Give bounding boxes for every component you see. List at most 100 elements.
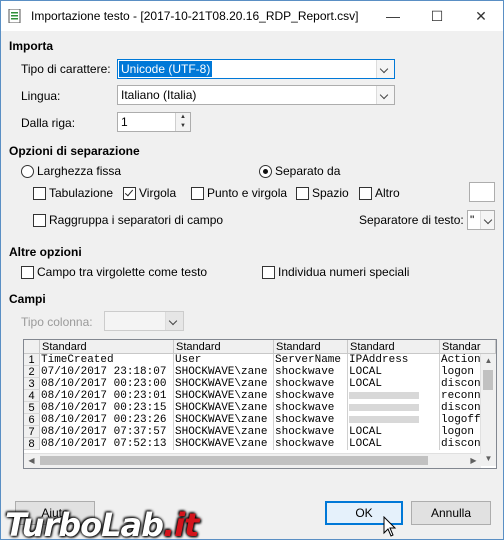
table-row[interactable]: 5 08/10/2017 00:23:15 SHOCKWAVE\zane sho… bbox=[24, 402, 481, 414]
row-number: 2 bbox=[24, 366, 40, 378]
minimize-button[interactable]: — bbox=[371, 1, 415, 31]
other-checkbox[interactable] bbox=[359, 187, 372, 200]
scroll-thumb[interactable] bbox=[483, 370, 493, 390]
other-label: Altro bbox=[375, 186, 400, 200]
table-cell: TimeCreated bbox=[40, 354, 174, 366]
space-label: Spazio bbox=[312, 186, 349, 200]
column-header[interactable]: Standard bbox=[274, 340, 348, 354]
table-cell: SHOCKWAVE\zane bbox=[174, 390, 274, 402]
column-type-select[interactable] bbox=[104, 311, 184, 331]
column-header[interactable]: Standard bbox=[40, 340, 174, 354]
charset-label: Tipo di carattere: bbox=[21, 62, 111, 76]
table-cell: shockwave bbox=[274, 390, 348, 402]
table-cell: SHOCKWAVE\zane bbox=[174, 414, 274, 426]
quoted-as-text-label: Campo tra virgolette come testo bbox=[37, 265, 208, 279]
table-cell: User bbox=[174, 354, 274, 366]
separated-by-label: Separato da bbox=[275, 164, 341, 178]
table-row[interactable]: 8 08/10/2017 07:52:13 SHOCKWAVE\zane sho… bbox=[24, 438, 481, 450]
separated-by-radio[interactable] bbox=[259, 165, 272, 178]
column-header[interactable]: Standard bbox=[348, 340, 440, 354]
table-cell: shockwave bbox=[274, 438, 348, 450]
table-cell: shockwave bbox=[274, 402, 348, 414]
row-number: 4 bbox=[24, 390, 40, 402]
scroll-thumb[interactable] bbox=[40, 456, 428, 465]
merge-separators-label: Raggruppa i separatori di campo bbox=[49, 213, 224, 227]
chevron-down-icon[interactable] bbox=[376, 60, 394, 78]
chevron-down-icon[interactable] bbox=[376, 86, 394, 104]
data-preview-grid[interactable]: Standard Standard Standard Standard Stan… bbox=[23, 339, 497, 469]
language-select[interactable]: Italiano (Italia) bbox=[117, 85, 395, 105]
fixed-width-label: Larghezza fissa bbox=[37, 164, 122, 178]
redacted-cell bbox=[348, 390, 440, 402]
table-cell: SHOCKWAVE\zane bbox=[174, 366, 274, 378]
table-cell: SHOCKWAVE\zane bbox=[174, 426, 274, 438]
maximize-button[interactable]: ☐ bbox=[415, 1, 459, 31]
chevron-down-icon[interactable] bbox=[165, 312, 183, 330]
cancel-button[interactable]: Annulla bbox=[411, 501, 491, 525]
column-header[interactable]: Standard bbox=[174, 340, 274, 354]
table-row[interactable]: 2 07/10/2017 23:18:07 SHOCKWAVE\zane sho… bbox=[24, 366, 481, 378]
horizontal-scrollbar[interactable]: ◀ ▶ bbox=[24, 453, 481, 468]
redacted-cell bbox=[348, 402, 440, 414]
detect-numbers-checkbox[interactable] bbox=[262, 266, 275, 279]
corner-header bbox=[24, 340, 40, 354]
table-cell: 08/10/2017 00:23:01 bbox=[40, 390, 174, 402]
tab-label: Tabulazione bbox=[49, 186, 114, 200]
table-cell: discon bbox=[441, 378, 481, 390]
table-cell: shockwave bbox=[274, 366, 348, 378]
chevron-down-icon[interactable] bbox=[480, 211, 494, 229]
scroll-left-icon[interactable]: ◀ bbox=[24, 454, 39, 468]
row-number: 3 bbox=[24, 378, 40, 390]
table-cell: Action bbox=[441, 354, 481, 366]
redacted-cell bbox=[348, 414, 440, 426]
table-cell: 08/10/2017 00:23:00 bbox=[40, 378, 174, 390]
space-checkbox[interactable] bbox=[296, 187, 309, 200]
text-delimiter-label: Separatore di testo: bbox=[359, 213, 464, 227]
title-bar[interactable]: Importazione testo - [2017-10-21T08.20.1… bbox=[1, 1, 503, 31]
spin-down-icon[interactable]: ▼ bbox=[175, 122, 190, 131]
merge-separators-checkbox[interactable] bbox=[33, 214, 46, 227]
text-delimiter-value: " bbox=[470, 213, 475, 227]
semicolon-label: Punto e virgola bbox=[207, 186, 288, 200]
comma-checkbox[interactable] bbox=[123, 187, 136, 200]
table-cell: 08/10/2017 07:37:57 bbox=[40, 426, 174, 438]
table-cell: LOCAL bbox=[348, 378, 440, 390]
text-delimiter-select[interactable]: " bbox=[467, 210, 495, 230]
table-cell: 08/10/2017 00:23:26 bbox=[40, 414, 174, 426]
vertical-scrollbar[interactable]: ▲ ▼ bbox=[480, 354, 496, 466]
table-cell: discon bbox=[441, 402, 481, 414]
fixed-width-radio[interactable] bbox=[21, 165, 34, 178]
scroll-up-icon[interactable]: ▲ bbox=[481, 354, 496, 368]
table-cell: SHOCKWAVE\zane bbox=[174, 402, 274, 414]
table-cell: logon bbox=[440, 366, 481, 378]
table-cell: LOCAL bbox=[348, 426, 440, 438]
separator-section-title: Opzioni di separazione bbox=[9, 144, 140, 158]
table-cell: logoff bbox=[441, 414, 481, 426]
table-row[interactable]: 4 08/10/2017 00:23:01 SHOCKWAVE\zane sho… bbox=[24, 390, 481, 402]
column-header[interactable]: Standar bbox=[440, 340, 496, 354]
language-value: Italiano (Italia) bbox=[121, 88, 197, 102]
semicolon-checkbox[interactable] bbox=[191, 187, 204, 200]
scroll-right-icon[interactable]: ▶ bbox=[466, 454, 481, 468]
table-row[interactable]: 1 TimeCreated User ServerName IPAddress … bbox=[24, 354, 481, 366]
from-row-spinner[interactable]: 1 ▲ ▼ bbox=[117, 112, 191, 132]
app-icon bbox=[8, 9, 21, 23]
from-row-value: 1 bbox=[121, 115, 128, 129]
table-row[interactable]: 6 08/10/2017 00:23:26 SHOCKWAVE\zane sho… bbox=[24, 414, 481, 426]
scroll-down-icon[interactable]: ▼ bbox=[481, 452, 496, 466]
import-text-dialog: Importazione testo - [2017-10-21T08.20.1… bbox=[0, 0, 504, 540]
quoted-as-text-checkbox[interactable] bbox=[21, 266, 34, 279]
row-number: 6 bbox=[24, 414, 40, 426]
other-separator-input[interactable] bbox=[469, 182, 495, 202]
row-number: 7 bbox=[24, 426, 40, 438]
table-row[interactable]: 3 08/10/2017 00:23:00 SHOCKWAVE\zane sho… bbox=[24, 378, 481, 390]
charset-select[interactable]: Unicode (UTF-8) bbox=[117, 59, 395, 79]
from-row-label: Dalla riga: bbox=[21, 116, 76, 130]
table-cell: shockwave bbox=[274, 426, 348, 438]
tab-checkbox[interactable] bbox=[33, 187, 46, 200]
other-options-section-title: Altre opzioni bbox=[9, 245, 82, 259]
table-cell: ServerName bbox=[274, 354, 348, 366]
close-button[interactable]: ✕ bbox=[459, 1, 503, 31]
table-row[interactable]: 7 08/10/2017 07:37:57 SHOCKWAVE\zane sho… bbox=[24, 426, 481, 438]
row-number: 8 bbox=[24, 438, 40, 450]
